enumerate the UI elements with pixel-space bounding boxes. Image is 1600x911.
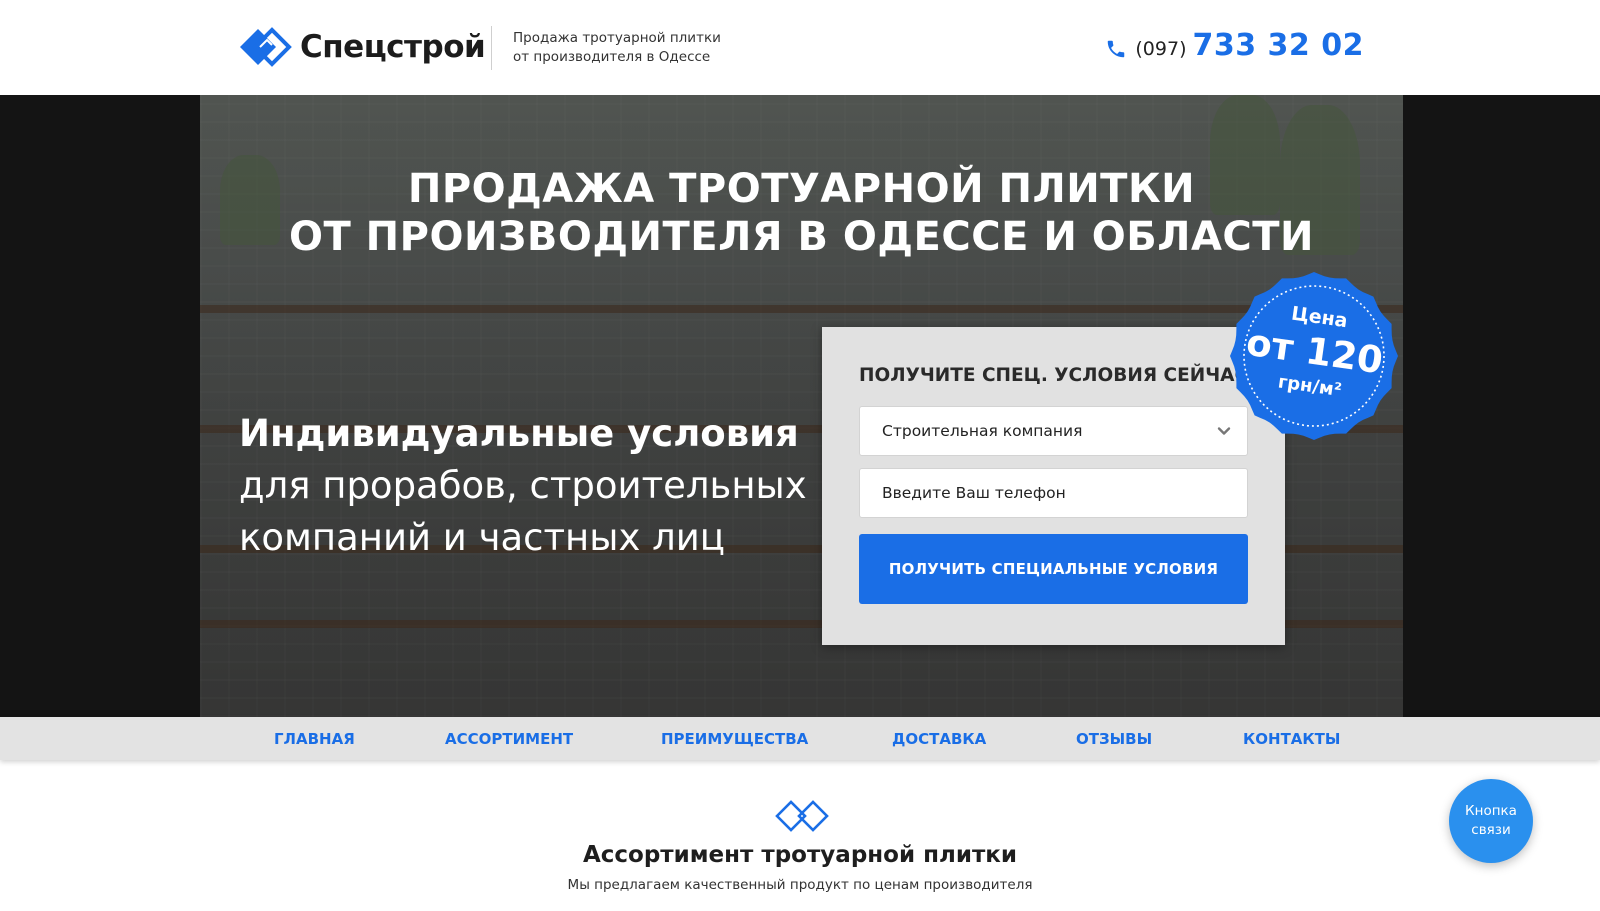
header-tagline: Продажа тротуарной плитки от производите… [513, 29, 721, 67]
phone-code: (097) [1135, 38, 1187, 60]
customer-type-value: Строительная компания [882, 422, 1083, 440]
nav-item-delivery[interactable]: ДОСТАВКА [892, 730, 986, 748]
nav-item-assortment[interactable]: АССОРТИМЕНТ [445, 730, 573, 748]
header-divider [491, 26, 492, 70]
nav-item-home[interactable]: ГЛАВНАЯ [274, 730, 355, 748]
brand-logo[interactable]: Спецстрой [238, 27, 486, 67]
double-diamond-logo-icon [240, 27, 292, 67]
hero-pallet-row [200, 305, 1403, 313]
phone-number: 733 32 02 [1192, 28, 1364, 63]
nav-item-contacts[interactable]: КОНТАКТЫ [1243, 730, 1340, 748]
hero-title-line-2: ОТ ПРОИЗВОДИТЕЛЯ В ОДЕССЕ И ОБЛАСТИ [288, 214, 1315, 260]
contact-button[interactable]: Кнопка связи [1449, 779, 1533, 863]
phone-icon [1108, 40, 1125, 57]
contact-button-line-1: Кнопка [1465, 803, 1517, 819]
hero-subtitle: Индивидуальные условия для прорабов, стр… [239, 408, 807, 564]
double-diamond-section-icon [775, 800, 829, 832]
get-special-terms-button[interactable]: ПОЛУЧИТЬ СПЕЦИАЛЬНЫЕ УСЛОВИЯ [859, 534, 1248, 604]
nav-item-reviews[interactable]: ОТЗЫВЫ [1076, 730, 1152, 748]
hero-subtitle-line-2: для прорабов, строительных [239, 464, 807, 507]
form-title: ПОЛУЧИТЕ СПЕЦ. УСЛОВИЯ СЕЙЧАС! [859, 365, 1257, 386]
hero-title: ПРОДАЖА ТРОТУАРНОЙ ПЛИТКИ ОТ ПРОИЗВОДИТЕ… [200, 165, 1403, 261]
customer-type-select[interactable]: Строительная компания [859, 406, 1248, 456]
hero-title-line-1: ПРОДАЖА ТРОТУАРНОЙ ПЛИТКИ [407, 166, 1196, 212]
section-subtitle: Мы предлагаем качественный продукт по це… [567, 877, 1033, 893]
tagline-line-1: Продажа тротуарной плитки [513, 30, 721, 46]
section-title: Ассортимент тротуарной плитки [582, 842, 1018, 868]
nav-item-advantages[interactable]: ПРЕИМУЩЕСТВА [661, 730, 808, 748]
hero-subtitle-line-3: компаний и частных лиц [239, 516, 725, 559]
phone-input[interactable] [859, 468, 1248, 518]
lead-form: ПОЛУЧИТЕ СПЕЦ. УСЛОВИЯ СЕЙЧАС! Строитель… [822, 327, 1285, 645]
price-badge: Цена от 120 грн/м² [1226, 268, 1402, 444]
header-phone-link[interactable]: (097) 733 32 02 [1105, 28, 1364, 63]
main-nav: ГЛАВНАЯ АССОРТИМЕНТ ПРЕИМУЩЕСТВА ДОСТАВК… [0, 717, 1600, 760]
hero-subtitle-strong: Индивидуальные условия [239, 412, 799, 455]
brand-name: Спецстрой [300, 29, 486, 65]
site-header: Спецстрой Продажа тротуарной плитки от п… [0, 0, 1600, 95]
tagline-line-2: от производителя в Одессе [513, 49, 711, 65]
contact-button-line-2: связи [1471, 822, 1511, 838]
badge-text: Цена от 120 грн/м² [1215, 257, 1414, 456]
